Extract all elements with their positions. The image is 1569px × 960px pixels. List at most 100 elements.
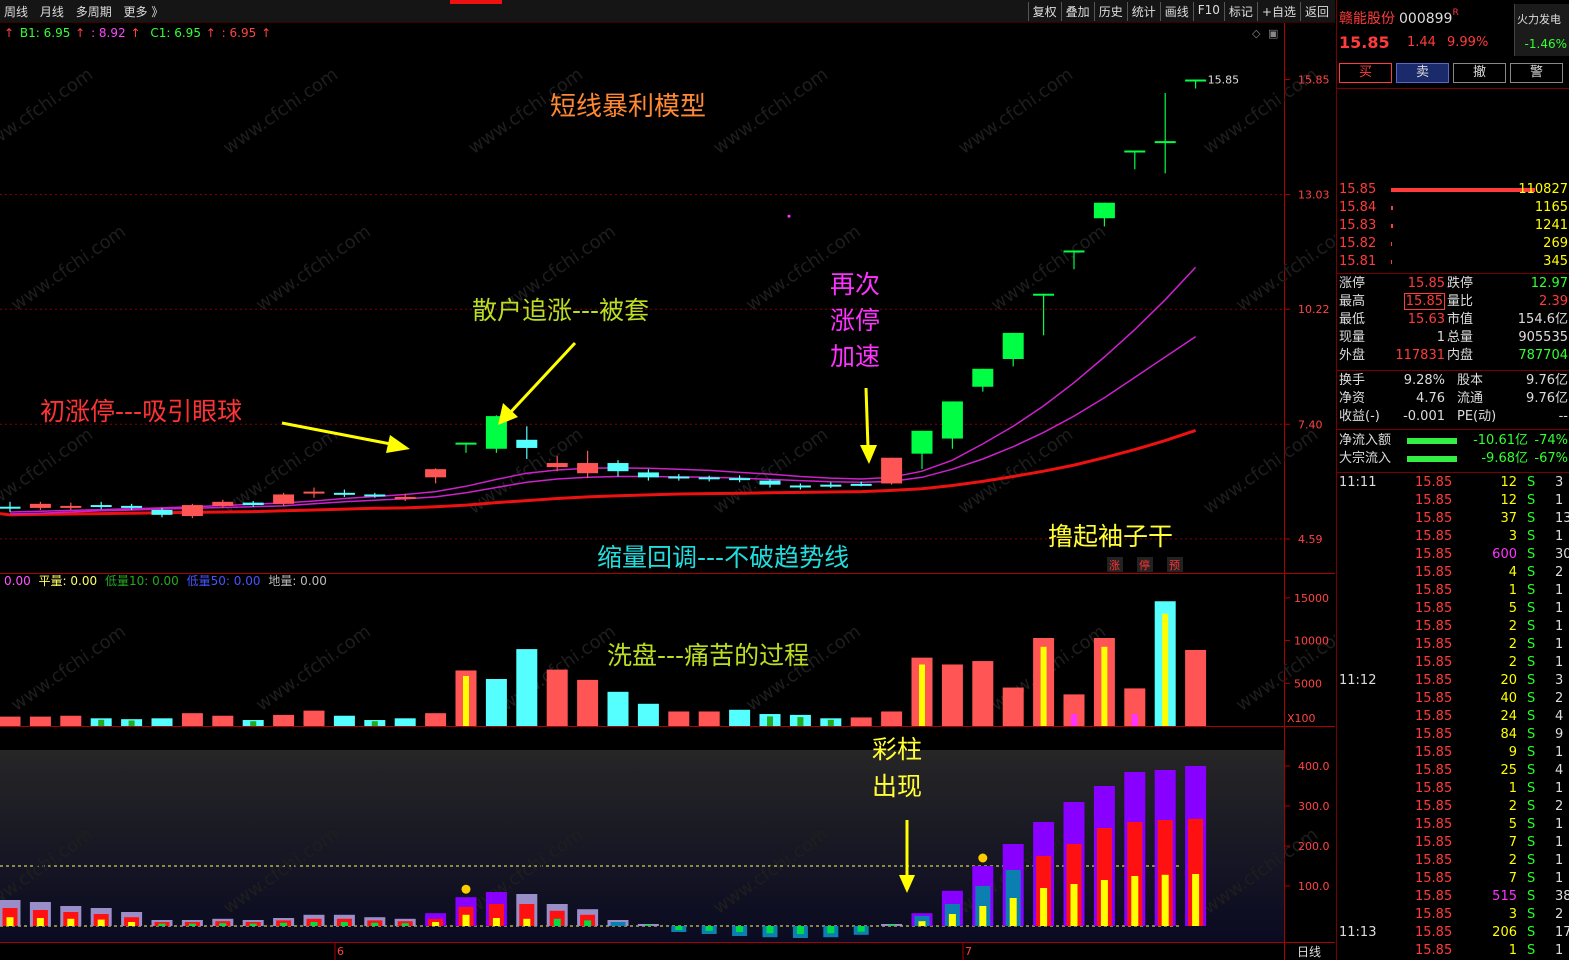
indicator-bar xyxy=(249,923,257,926)
back-button[interactable]: 返回 xyxy=(1299,2,1333,21)
order-volume-bar xyxy=(1391,224,1393,228)
tick-volume: 5 xyxy=(1508,817,1517,832)
indicator-tick-label: 400.0 xyxy=(1298,760,1330,773)
volume-bar xyxy=(698,711,720,726)
tick-row: 15.85 84 S 9 xyxy=(1337,726,1569,744)
tick-count: 1 xyxy=(1555,529,1564,544)
panel-toggle-icon[interactable]: ▣ xyxy=(1268,27,1278,40)
diamond-icon[interactable]: ◇ xyxy=(1252,27,1261,40)
volume-bar xyxy=(333,715,355,726)
again-annotation-3: 加速 xyxy=(830,342,880,371)
money-flow: 净流入额 -10.61亿 -74% 大宗流入 -9.68亿 -67% xyxy=(1337,432,1569,468)
add-watchlist-button[interactable]: +自选 xyxy=(1256,2,1300,21)
quote-row: 换手 9.28% 股本 9.76亿 xyxy=(1337,372,1569,390)
tick-volume: 2 xyxy=(1508,619,1517,634)
overlay-button[interactable]: 叠加 xyxy=(1060,2,1094,21)
cancel-button[interactable]: 撤 xyxy=(1453,63,1506,83)
flow-label: 大宗流入 xyxy=(1339,451,1392,466)
tick-side: S xyxy=(1527,925,1536,940)
tick-price: 15.85 xyxy=(1415,529,1453,544)
indicator-legend: ↑ B1: 6.95 ↑ : 8.92 ↑ C1: 6.95 ↑ : 6.95 … xyxy=(4,26,271,40)
flow-value: -9.68亿 xyxy=(1481,451,1528,466)
mark-button[interactable]: 标记 xyxy=(1223,2,1257,21)
tick-price: 15.85 xyxy=(1415,943,1453,958)
tick-row: 15.85 1 S 1 xyxy=(1337,942,1569,960)
quote-label: 内盘 xyxy=(1447,348,1474,363)
sell-button[interactable]: 卖 xyxy=(1396,63,1449,83)
tick-side: S xyxy=(1527,727,1536,742)
quote-label: 股本 xyxy=(1457,373,1484,388)
candle-body xyxy=(698,477,720,480)
tick-row: 15.85 2 S 1 xyxy=(1337,636,1569,654)
tick-count: 17 xyxy=(1555,925,1569,940)
quote-stats: 涨停 15.85 跌停 12.97 最高 15.85 量比 2.39 最低 15.63 市值 154.… xyxy=(1337,275,1569,365)
candle-body xyxy=(121,505,143,508)
draw-line-button[interactable]: 画线 xyxy=(1159,2,1193,21)
f10-button[interactable]: F10 xyxy=(1192,2,1224,21)
tick-price: 15.85 xyxy=(1415,475,1453,490)
tick-row: 15.85 7 S 1 xyxy=(1337,870,1569,888)
tick-price: 15.85 xyxy=(1415,925,1453,940)
stock-code: 000899 xyxy=(1399,11,1453,27)
volume-tick-label: 10000 xyxy=(1294,635,1329,648)
history-button[interactable]: 历史 xyxy=(1093,2,1127,21)
tick-side: S xyxy=(1527,871,1536,886)
menu-monthly[interactable]: 月线 xyxy=(40,5,64,19)
order-volume-bar xyxy=(1391,260,1392,264)
tick-price: 15.85 xyxy=(1415,781,1453,796)
buy-button[interactable]: 买 xyxy=(1339,63,1392,83)
tick-volume: 24 xyxy=(1500,709,1517,724)
candle-body xyxy=(516,439,538,448)
quote-header: 赣能股份 000899R 火力发电 -1.46% 15.85 1.44 9.99%… xyxy=(1337,0,1569,89)
price-tick-label: 15.85 xyxy=(1298,74,1330,87)
chart-area[interactable]: www.cfchi.com www.cfchi.com www.cfchi.com w… xyxy=(0,23,1569,960)
volume-bar xyxy=(303,710,325,726)
order-book-row[interactable]: 15.81 345 xyxy=(1337,253,1569,271)
restore-rights-button[interactable]: 复权 xyxy=(1027,2,1061,21)
order-book-row[interactable]: 15.82 269 xyxy=(1337,235,1569,253)
order-book: 15.85 110827 15.84 1165 15.83 1241 15.82 269 15.… xyxy=(1337,181,1569,271)
indicator-bar xyxy=(888,924,896,926)
quote-value: 4.76 xyxy=(1416,391,1445,406)
sector-tag[interactable]: 火力发电 -1.46% xyxy=(1514,4,1569,56)
indicator-bar xyxy=(340,922,348,926)
limit-tag-3: 预 xyxy=(1169,559,1180,572)
color-annotation-1: 彩柱 xyxy=(872,735,922,764)
volume-bar xyxy=(485,679,507,726)
tick-volume: 37 xyxy=(1500,511,1517,526)
tick-row: 15.85 600 S 30 xyxy=(1337,546,1569,564)
quote-label: 最低 xyxy=(1339,312,1366,327)
tick-count: 1 xyxy=(1555,637,1564,652)
quote-value: 117831 xyxy=(1395,348,1445,363)
tick-row: 15.85 3 S 2 xyxy=(1337,906,1569,924)
tick-volume: 12 xyxy=(1500,475,1517,490)
menu-multi-period[interactable]: 多周期 xyxy=(76,5,112,19)
quote-label: PE(动) xyxy=(1457,409,1497,424)
title-annotation: 短线暴利模型 xyxy=(550,92,706,122)
volume-inner-bar xyxy=(1162,613,1169,726)
candle-body xyxy=(273,494,295,504)
period-label[interactable]: 日线 xyxy=(1297,945,1321,959)
tick-row: 15.85 5 S 1 xyxy=(1337,816,1569,834)
tick-row: 11:13 15.85 206 S 17 xyxy=(1337,924,1569,942)
order-book-row[interactable]: 15.84 1165 xyxy=(1337,199,1569,217)
quote-value: 12.97 xyxy=(1530,276,1568,291)
tick-price: 15.85 xyxy=(1415,619,1453,634)
quote-row: 最低 15.63 市值 154.6亿 xyxy=(1337,311,1569,329)
quote-label: 换手 xyxy=(1339,373,1366,388)
tick-price: 15.85 xyxy=(1415,907,1453,922)
tick-count: 13 xyxy=(1555,511,1569,526)
order-book-row[interactable]: 15.83 1241 xyxy=(1337,217,1569,235)
candle-body xyxy=(1185,79,1207,82)
tick-count: 1 xyxy=(1555,871,1564,886)
statistics-button[interactable]: 统计 xyxy=(1126,2,1160,21)
order-book-row[interactable]: 15.85 110827 xyxy=(1337,181,1569,199)
volume-inner-bar xyxy=(128,720,135,726)
indicator-bar xyxy=(1192,874,1200,926)
alert-button[interactable]: 警 xyxy=(1510,63,1563,83)
menu-weekly[interactable]: 周线 xyxy=(4,5,28,19)
menu-more[interactable]: 更多 》 xyxy=(124,5,164,19)
quote-label: 收益(-) xyxy=(1339,409,1380,424)
kline-chart-svg[interactable]: www.cfchi.com www.cfchi.com www.cfchi.com w… xyxy=(0,23,1569,960)
tick-list[interactable]: 11:11 15.85 12 S 3 15.85 12 S 1 15.85 37 S 13 15.85 3 S… xyxy=(1337,474,1569,960)
